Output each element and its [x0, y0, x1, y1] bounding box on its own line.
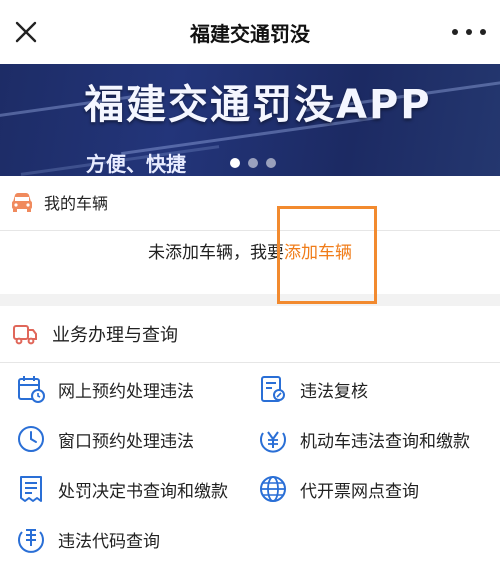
divider — [0, 230, 500, 231]
banner-pager[interactable] — [230, 158, 276, 168]
service-label: 机动车违法查询和缴款 — [300, 431, 470, 452]
service-item-online-appointment[interactable]: 网上预约处理违法 — [16, 374, 194, 404]
pager-dot[interactable] — [266, 158, 276, 168]
service-label: 违法复核 — [300, 381, 368, 402]
truck-icon — [13, 325, 37, 345]
calendar-clock-icon — [18, 376, 45, 403]
globe-icon — [260, 476, 286, 502]
promo-banner[interactable]: 福建交通罚没APP 方便、快捷 — [0, 64, 500, 176]
services-header: 业务办理与查询 — [0, 306, 500, 362]
service-label: 窗口预约处理违法 — [58, 431, 194, 452]
receipt-icon — [20, 476, 42, 502]
service-item-vehicle-violation-payment[interactable]: 机动车违法查询和缴款 — [258, 424, 470, 454]
my-vehicle-header[interactable]: 我的车辆 — [0, 176, 500, 228]
services-card: 业务办理与查询 网上预约处理违法 违法复核 窗口预约处理违法 机动车违法查询和缴… — [0, 306, 500, 563]
service-item-window-appointment[interactable]: 窗口预约处理违法 — [16, 424, 194, 454]
service-label: 处罚决定书查询和缴款 — [58, 481, 228, 502]
banner-subtitle: 方便、快捷 — [86, 152, 186, 176]
divider — [0, 362, 500, 363]
more-icon[interactable] — [452, 20, 486, 44]
close-icon[interactable] — [12, 18, 40, 46]
service-item-violation-code[interactable]: 违法代码查询 — [16, 524, 160, 554]
my-vehicle-card: 我的车辆 未添加车辆，我要添加车辆 — [0, 176, 500, 294]
pager-dot[interactable] — [230, 158, 240, 168]
vehicle-empty-state: 未添加车辆，我要添加车辆 — [0, 238, 500, 263]
service-label: 网上预约处理违法 — [58, 381, 194, 402]
page-title: 福建交通罚没 — [190, 21, 310, 46]
code-lookup-icon — [18, 529, 44, 553]
service-item-invoice-outlets[interactable]: 代开票网点查询 — [258, 474, 419, 504]
car-icon — [12, 193, 32, 212]
highlight-box — [277, 206, 377, 304]
pager-dot[interactable] — [248, 158, 258, 168]
title-bar: 福建交通罚没 — [0, 0, 500, 64]
my-vehicle-title: 我的车辆 — [44, 194, 109, 213]
vehicle-empty-text: 未添加车辆，我要 — [148, 243, 284, 263]
service-item-review[interactable]: 违法复核 — [258, 374, 368, 404]
document-edit-icon — [261, 376, 285, 402]
service-label: 违法代码查询 — [58, 531, 160, 552]
yen-coin-icon — [260, 431, 286, 453]
service-label: 代开票网点查询 — [300, 481, 419, 502]
services-title: 业务办理与查询 — [52, 325, 178, 346]
clock-icon — [18, 426, 44, 452]
banner-title: 福建交通罚没APP — [84, 82, 432, 128]
service-item-penalty-decision[interactable]: 处罚决定书查询和缴款 — [16, 474, 228, 504]
